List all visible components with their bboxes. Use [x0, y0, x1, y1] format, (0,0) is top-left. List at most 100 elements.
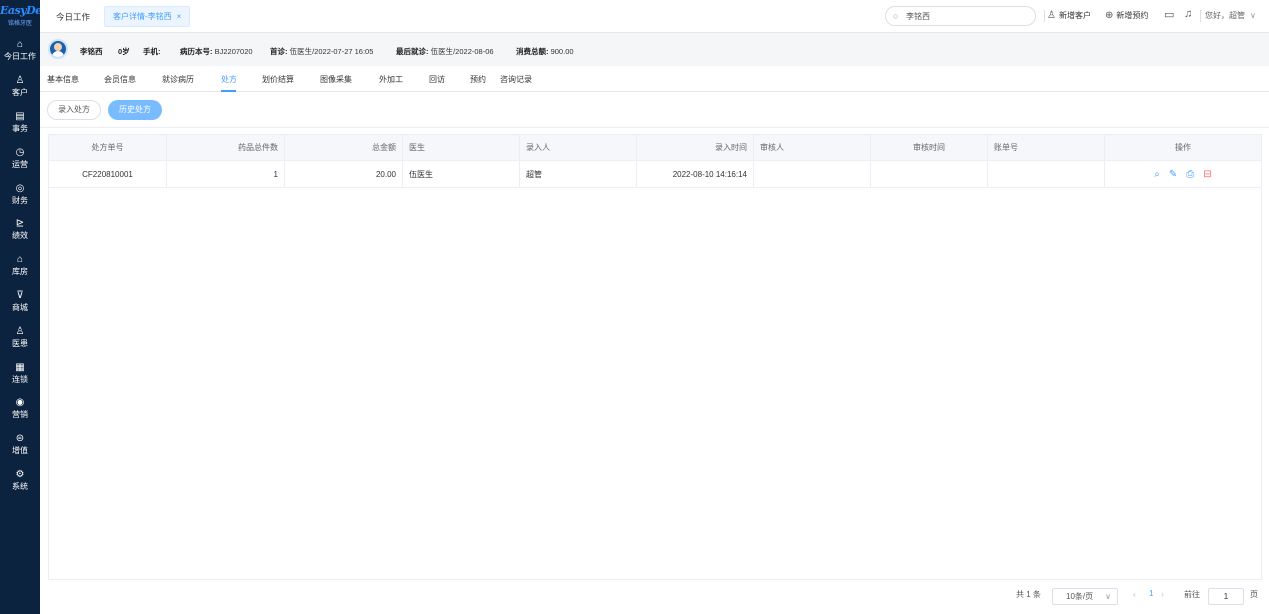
search-input[interactable]	[906, 10, 1026, 22]
sidebar-item-chain[interactable]: ▦ 连锁	[0, 355, 40, 391]
sidebar-item-label: 系统	[12, 481, 28, 491]
col-bill-no: 账单号	[988, 135, 1105, 160]
new-customer-label: 新增客户	[1058, 11, 1091, 20]
sidebar-item-customer[interactable]: ♙ 客户	[0, 69, 40, 105]
sidebar-item-label: 客户	[12, 88, 28, 98]
new-appointment-label: 新增预约	[1116, 11, 1149, 20]
col-entered-by: 录入人	[520, 135, 637, 160]
clock-add-icon: ⊕	[1105, 10, 1114, 21]
search-box[interactable]: ○	[885, 6, 1036, 26]
document-icon: ▤	[15, 110, 25, 122]
sidebar-item-label: 商城	[12, 302, 28, 312]
tab-image-capture[interactable]: 图像采集	[320, 74, 352, 85]
logo-text: EasyDent	[0, 4, 54, 17]
goto-page-input[interactable]: 1	[1208, 588, 1244, 605]
sidebar-item-label: 库房	[12, 267, 28, 277]
sidebar-item-doctor-patient[interactable]: ♙ 医患	[0, 319, 40, 355]
cell-rx-no: CF220810001	[49, 161, 167, 187]
next-page-icon[interactable]: ›	[1161, 589, 1164, 599]
sidebar-item-today[interactable]: ⌂ 今日工作	[0, 33, 40, 69]
page-size-value: 10条/页	[1066, 592, 1094, 601]
patient-first-visit: 首诊: 伍医生/2022-07-27 16:05	[270, 47, 374, 56]
tab-prescription[interactable]: 处方	[221, 74, 237, 85]
tab-member-info[interactable]: 会员信息	[104, 74, 136, 85]
col-total-amount: 总金额	[285, 135, 403, 160]
tab-billing[interactable]: 划价结算	[262, 74, 294, 85]
bell-icon[interactable]: ♫	[1184, 8, 1192, 20]
detail-tabs: 基本信息 会员信息 就诊病历 处方 划价结算 图像采集 外加工 回访 预约 咨询…	[40, 66, 1269, 92]
page-suffix: 页	[1250, 590, 1258, 599]
sidebar-item-operations[interactable]: ◷ 运营	[0, 140, 40, 176]
patient-age: 0岁	[118, 47, 130, 56]
greeting-text: 您好，超管	[1205, 11, 1245, 20]
sidebar-item-affairs[interactable]: ▤ 事务	[0, 105, 40, 141]
sidebar-item-label: 营销	[12, 410, 28, 420]
building-icon: ▦	[15, 361, 25, 373]
user-menu[interactable]: 您好，超管 ∨	[1205, 10, 1256, 21]
tab-medical-record[interactable]: 就诊病历	[162, 74, 194, 85]
sidebar-item-marketing[interactable]: ◉ 营销	[0, 391, 40, 427]
cell-item-count: 1	[167, 161, 285, 187]
col-review-time: 审核时间	[871, 135, 988, 160]
sidebar-item-label: 连锁	[12, 374, 28, 384]
avatar	[48, 39, 68, 59]
divider	[40, 127, 1269, 128]
top-bar: 今日工作 客户详情-李铭西 × ○ ♙新增客户 ⊕新增预约 ▭ ♫ 您好，超管 ∨	[40, 0, 1269, 33]
cell-reviewer	[754, 161, 871, 187]
patient-total-spend: 消费总额: 900.00	[516, 47, 574, 56]
tab-follow-up[interactable]: 回访	[429, 74, 445, 85]
new-appointment-button[interactable]: ⊕ 新增预约	[1105, 10, 1148, 21]
col-rx-no: 处方单号	[49, 135, 167, 160]
warehouse-icon: ⌂	[16, 254, 24, 266]
sidebar-item-label: 运营	[12, 159, 28, 169]
tab-today-work[interactable]: 今日工作	[56, 11, 90, 23]
delete-icon[interactable]: ⊟	[1203, 169, 1211, 180]
sidebar-item-performance[interactable]: ⊵ 绩效	[0, 212, 40, 248]
col-reviewer: 审核人	[754, 135, 871, 160]
tab-appointment[interactable]: 预约	[470, 74, 486, 85]
patient-phone: 手机:	[143, 47, 161, 56]
cell-review-time	[871, 161, 988, 187]
chart-icon: ⊵	[15, 218, 25, 230]
message-icon[interactable]: ▭	[1164, 8, 1174, 21]
sidebar-item-value-added[interactable]: ⊜ 增值	[0, 427, 40, 463]
sidebar-item-label: 增值	[12, 446, 28, 456]
sidebar-item-finance[interactable]: ◎ 财务	[0, 176, 40, 212]
tab-basic-info[interactable]: 基本信息	[47, 74, 79, 85]
history-prescription-button[interactable]: 历史处方	[108, 100, 162, 120]
prescription-table: 处方单号 药品总件数 总金额 医生 录入人 录入时间 审核人 审核时间 账单号 …	[48, 134, 1262, 580]
sidebar-item-warehouse[interactable]: ⌂ 库房	[0, 248, 40, 284]
divider	[1200, 10, 1201, 22]
sidebar-item-label: 事务	[12, 123, 28, 133]
view-icon[interactable]: ⌕	[1154, 169, 1160, 180]
cell-doctor: 伍医生	[403, 161, 520, 187]
gear-icon: ⚙	[15, 468, 25, 480]
user-icon: ♙	[15, 75, 25, 87]
sidebar-item-label: 绩效	[12, 231, 28, 241]
sidebar-item-label: 财务	[12, 195, 28, 205]
print-icon[interactable]: ⎙	[1186, 169, 1194, 180]
tab-outsourcing[interactable]: 外加工	[379, 74, 403, 85]
sidebar-item-mall[interactable]: ⊽ 商城	[0, 284, 40, 320]
prev-page-icon[interactable]: ‹	[1133, 589, 1136, 599]
cart-icon: ⊽	[16, 289, 24, 301]
goto-label: 前往	[1184, 590, 1200, 599]
col-entry-time: 录入时间	[637, 135, 754, 160]
page-size-select[interactable]: 10条/页 ∨	[1052, 588, 1118, 605]
chevron-down-icon: ∨	[1105, 592, 1111, 601]
tab-customer-detail[interactable]: 客户详情-李铭西 ×	[104, 6, 191, 27]
enter-prescription-button[interactable]: 录入处方	[47, 100, 101, 120]
new-customer-button[interactable]: ♙ 新增客户	[1047, 10, 1091, 21]
tab-consult-record[interactable]: 咨询记录	[500, 74, 532, 85]
page-number-current[interactable]: 1	[1149, 589, 1153, 598]
user-add-icon: ♙	[1047, 10, 1056, 21]
money-icon: ◎	[15, 182, 25, 194]
tab-label: 客户详情-李铭西	[113, 12, 172, 21]
close-icon[interactable]: ×	[177, 12, 182, 21]
logo-subtext: 铭格牙医	[7, 21, 32, 27]
col-doctor: 医生	[403, 135, 520, 160]
edit-icon[interactable]: ✎	[1169, 169, 1177, 180]
sidebar-item-system[interactable]: ⚙ 系统	[0, 463, 40, 499]
cell-bill-no	[988, 161, 1105, 187]
target-icon: ◉	[15, 397, 25, 409]
